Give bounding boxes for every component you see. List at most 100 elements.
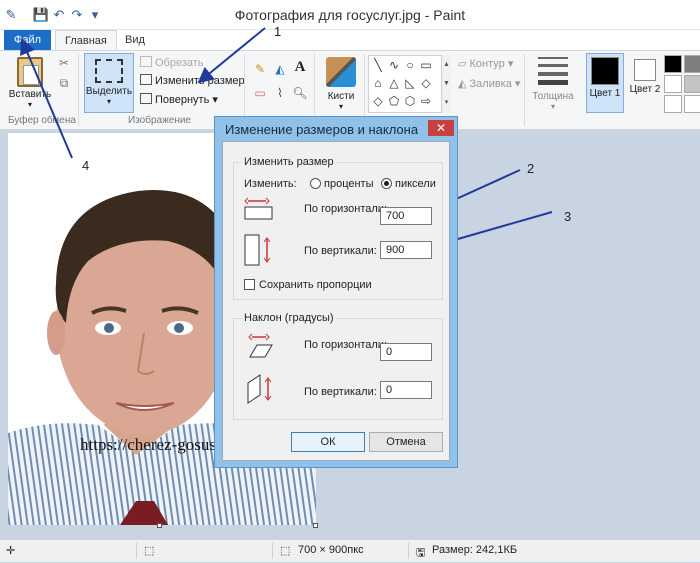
vertical-input[interactable]: 900 xyxy=(380,241,432,259)
percent-label: проценты xyxy=(324,178,374,190)
oval-shape-icon[interactable]: ○ xyxy=(403,58,417,72)
thickness-icon xyxy=(538,57,568,85)
skew-horizontal-label: По горизонтали: xyxy=(304,339,387,351)
color1-label: Цвет 1 xyxy=(589,88,621,99)
color2-button[interactable]: Цвет 2 xyxy=(626,53,664,113)
color-picker-icon[interactable]: ⌇ xyxy=(272,85,288,101)
palette-color-silver[interactable] xyxy=(684,75,700,93)
text-tool-icon[interactable]: A xyxy=(292,59,308,75)
paste-label: Вставить xyxy=(8,89,52,100)
resize-button[interactable]: Изменить размер xyxy=(140,73,245,89)
resize-skew-dialog: Изменение размеров и наклона ✕ Изменить … xyxy=(214,116,458,468)
color1-swatch xyxy=(591,57,619,85)
keep-ratio-checkbox[interactable] xyxy=(244,279,255,290)
file-size-icon: 🖫 xyxy=(416,547,426,559)
fill-icon: ◭ xyxy=(458,78,470,90)
tab-file[interactable]: Файл xyxy=(4,30,51,50)
crop-button[interactable]: Обрезать xyxy=(140,55,204,71)
color1-button[interactable]: Цвет 1 xyxy=(586,53,624,113)
selection-size-icon: ⬚ xyxy=(144,545,155,557)
line-shape-icon[interactable]: ╲ xyxy=(371,58,385,72)
paste-icon xyxy=(17,57,43,87)
tab-view[interactable]: Вид xyxy=(125,30,145,50)
palette-color-white[interactable] xyxy=(664,75,682,93)
right-triangle-shape-icon[interactable]: ◺ xyxy=(403,76,417,90)
color2-swatch xyxy=(634,59,656,81)
diamond-shape-icon[interactable]: ◇ xyxy=(419,76,433,90)
annotation-label-1: 1 xyxy=(274,24,282,39)
resize-by-label: Изменить: xyxy=(244,178,297,190)
status-separator xyxy=(272,543,273,559)
cut-icon[interactable]: ✂ xyxy=(56,55,72,71)
crop-icon xyxy=(140,56,152,67)
palette-color-empty[interactable] xyxy=(664,95,682,113)
eraser-icon[interactable]: ▭ xyxy=(252,85,268,101)
chevron-down-icon: ▾ xyxy=(338,102,343,111)
fill-label: Заливка xyxy=(469,78,512,90)
palette-color-empty[interactable] xyxy=(684,95,700,113)
thickness-label: Толщина xyxy=(532,91,574,102)
group-separator xyxy=(524,54,525,126)
outline-button[interactable]: ▱ Контур ▾ xyxy=(458,57,513,70)
group-separator xyxy=(78,54,79,126)
rotate-button[interactable]: Повернуть ▾ xyxy=(140,92,218,108)
pixels-label: пиксели xyxy=(395,178,436,190)
magnifier-icon[interactable]: 🔍︎ xyxy=(292,85,308,101)
resize-handle[interactable] xyxy=(313,523,318,528)
image-group-label: Изображение xyxy=(128,115,191,126)
rhombus-shape-icon[interactable]: ◇ xyxy=(371,94,385,108)
horizontal-label: По горизонтали: xyxy=(304,203,387,215)
fill-bucket-icon[interactable]: ◭ xyxy=(272,61,288,77)
triangle-shape-icon[interactable]: △ xyxy=(387,76,401,90)
skew-legend: Наклон (градусы) xyxy=(242,312,336,324)
horizontal-input[interactable]: 700 xyxy=(380,207,432,225)
palette-color-black[interactable] xyxy=(664,55,682,73)
brush-icon xyxy=(326,57,356,87)
skew-vertical-input[interactable]: 0 xyxy=(380,381,432,399)
shapes-scrollbar[interactable]: ▲ ▼ ▾ xyxy=(441,55,451,113)
vertical-label: По вертикали: xyxy=(304,245,377,257)
brushes-button[interactable]: Кисти ▾ xyxy=(320,55,362,111)
pentagon-shape-icon[interactable]: ⬠ xyxy=(387,94,401,108)
chevron-down-icon: ▾ xyxy=(550,102,555,111)
close-icon[interactable]: ✕ xyxy=(428,120,454,136)
tab-home[interactable]: Главная xyxy=(55,30,117,50)
vertical-resize-icon xyxy=(244,234,271,266)
polygon-shape-icon[interactable]: ⌂ xyxy=(371,76,385,90)
status-bar: ✛ ⬚ ⬚ 700 × 900пкс 🖫 Размер: 242,1КБ xyxy=(0,539,700,562)
resize-handle[interactable] xyxy=(157,523,162,528)
palette-color-gray[interactable] xyxy=(684,55,700,73)
shapes-gallery: ╲ ∿ ○ ▭ ⌂ △ ◺ ◇ ◇ ⬠ ⬡ ⇨ xyxy=(368,55,450,113)
resize-icon xyxy=(140,74,152,85)
select-button[interactable]: Выделить ▾ xyxy=(84,53,134,113)
selection-icon xyxy=(95,59,123,83)
rectangle-shape-icon[interactable]: ▭ xyxy=(419,58,433,72)
select-label: Выделить xyxy=(85,86,133,97)
cancel-button[interactable]: Отмена xyxy=(369,432,443,452)
rotate-label: Повернуть xyxy=(155,94,210,106)
annotation-label-2: 2 xyxy=(527,161,535,176)
pencil-icon[interactable]: ✎ xyxy=(252,61,268,77)
pixels-radio[interactable] xyxy=(381,178,392,189)
ribbon-tabs: Файл Главная Вид xyxy=(0,30,700,50)
image-size-text: 700 × 900пкс xyxy=(298,544,364,556)
dialog-body: Изменить размер Изменить: проценты пиксе… xyxy=(222,141,450,461)
percent-radio[interactable] xyxy=(310,178,321,189)
rotate-icon xyxy=(140,93,152,104)
thickness-button[interactable]: Толщина ▾ xyxy=(530,55,576,111)
curve-shape-icon[interactable]: ∿ xyxy=(387,58,401,72)
cursor-position-icon: ✛ xyxy=(6,545,16,557)
fill-button[interactable]: ◭ Заливка ▾ xyxy=(458,77,520,90)
copy-icon[interactable]: ⧉ xyxy=(56,75,72,91)
paste-button[interactable]: Вставить ▾ xyxy=(8,55,52,113)
window-title: Фотография для госуслуг.jpg - Paint xyxy=(234,7,466,23)
skew-horizontal-input[interactable]: 0 xyxy=(380,343,432,361)
hexagon-shape-icon[interactable]: ⬡ xyxy=(403,94,417,108)
horizontal-skew-icon xyxy=(248,333,273,358)
arrow-shape-icon[interactable]: ⇨ xyxy=(419,94,433,108)
brushes-label: Кисти xyxy=(327,91,355,102)
ok-button[interactable]: ОК xyxy=(291,432,365,452)
keep-ratio-label: Сохранить пропорции xyxy=(259,279,372,291)
horizontal-resize-icon xyxy=(244,197,273,220)
status-separator xyxy=(408,543,409,559)
